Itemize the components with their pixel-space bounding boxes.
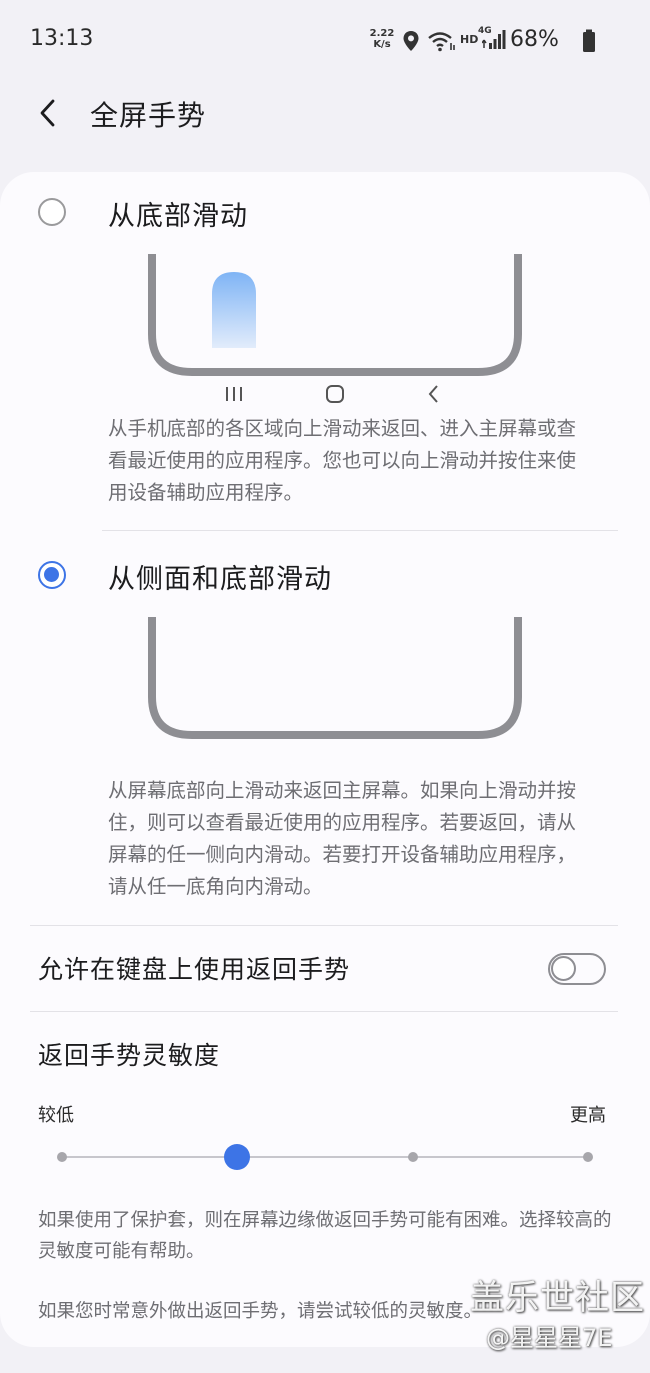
case-note: 如果使用了保护套，则在屏幕边缘做返回手势可能有困难。选择较高的灵敏度可能有帮助。 [38,1210,612,1262]
back-icon [428,385,438,403]
slider-tick[interactable] [407,1152,418,1162]
chevron-left-icon [40,99,55,127]
watermark-author: @星星星7E [486,1324,613,1352]
home-icon [326,385,344,403]
page-title: 全屏手势 [90,99,207,132]
option-description: 从手机底部的各区域向上滑动来返回、进入主屏幕或查看最近使用的应用程序。您也可以向… [108,417,577,504]
option-description: 从屏幕底部向上滑动来返回主屏幕。如果向上滑动并按住，则可以查看最近使用的应用程序… [108,779,577,898]
divider [30,1011,618,1012]
battery-icon [583,29,595,52]
slider-tick[interactable] [57,1152,67,1162]
option-label[interactable]: 从底部滑动 [108,194,248,233]
status-icons: 2.22 K/s HD 4G 68% [250,24,650,58]
watermark-title: 盖乐世社区 [470,1278,645,1318]
radio-swipe-from-sides-and-bottom[interactable] [38,561,66,589]
divider [30,925,618,926]
status-bar: 13:13 2.22 K/s HD 4G 68% [0,0,650,80]
sensitivity-slider[interactable] [56,1140,596,1174]
app-header: 全屏手势 [0,80,650,150]
battery-percent: 68% [510,27,559,52]
sensitivity-high-label: 更高 [570,1105,606,1126]
sensitivity-title: 返回手势灵敏度 [38,1041,221,1070]
hd-label: HD [460,33,479,46]
phone-illustration-bottom [148,254,522,376]
radio-swipe-from-bottom[interactable] [38,198,66,226]
keyboard-back-gesture-toggle[interactable] [548,953,606,985]
slider-track [62,1156,588,1158]
sensitivity-low-label: 较低 [38,1105,74,1126]
option-label[interactable]: 从侧面和底部滑动 [108,557,332,596]
phone-illustration-sides [148,617,522,739]
status-time: 13:13 [30,26,94,51]
toggle-knob [551,956,576,981]
slider-thumb[interactable] [224,1144,251,1170]
keyboard-back-gesture-row[interactable]: 允许在键盘上使用返回手势 [0,934,650,1004]
recents-icon [226,387,242,401]
slider-tick[interactable] [583,1152,593,1162]
signal-icon [482,30,506,49]
divider [102,530,618,531]
nav-keys [0,383,650,405]
gesture-indicator [212,272,256,348]
back-button[interactable] [28,92,72,136]
wifi-icon [428,32,455,52]
keyboard-back-gesture-label: 允许在键盘上使用返回手势 [38,955,351,984]
network-speed: 2.22 K/s [369,28,395,50]
location-icon [403,31,419,51]
